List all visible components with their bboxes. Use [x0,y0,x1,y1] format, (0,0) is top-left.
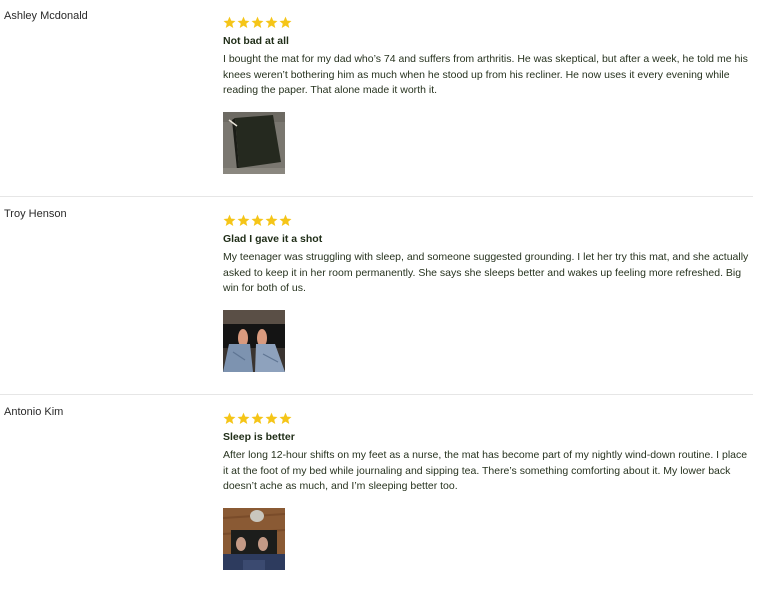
review-title: Not bad at all [223,35,289,47]
review-body: Glad I gave it a shot My teenager was st… [223,214,755,372]
star-icon [251,214,264,227]
star-icon [223,16,236,29]
review-photo[interactable] [223,309,285,372]
review-text: I bought the mat for my dad who’s 74 and… [223,53,748,96]
review-photo[interactable] [223,111,285,174]
review-author: Antonio Kim [4,406,64,418]
review-body: Sleep is better After long 12-hour shift… [223,412,755,570]
review-item: Ashley Mcdonald Not bad at all I bought … [0,0,763,198]
review-author: Troy Henson [4,208,67,220]
star-icon [265,412,278,425]
star-icon [251,16,264,29]
star-icon [251,412,264,425]
review-body: Not bad at all I bought the mat for my d… [223,16,755,174]
review-photo[interactable] [223,507,285,570]
review-item: Troy Henson Glad I gave it a shot My tee… [0,198,763,396]
star-icon [223,214,236,227]
star-icon [237,214,250,227]
star-icon [237,16,250,29]
star-icon [279,412,292,425]
star-icon [265,16,278,29]
star-icon [279,16,292,29]
star-icon [223,412,236,425]
star-icon [237,412,250,425]
star-rating [223,214,755,227]
review-author: Ashley Mcdonald [4,10,88,22]
review-text: After long 12-hour shifts on my feet as … [223,449,748,492]
review-title: Sleep is better [223,431,295,443]
review-text: My teenager was struggling with sleep, a… [223,251,749,294]
review-title: Glad I gave it a shot [223,233,323,245]
review-item: Antonio Kim Sleep is better After long 1… [0,396,763,594]
review-list: Ashley Mcdonald Not bad at all I bought … [0,0,763,594]
star-icon [265,214,278,227]
star-icon [279,214,292,227]
star-rating [223,16,755,29]
star-rating [223,412,755,425]
